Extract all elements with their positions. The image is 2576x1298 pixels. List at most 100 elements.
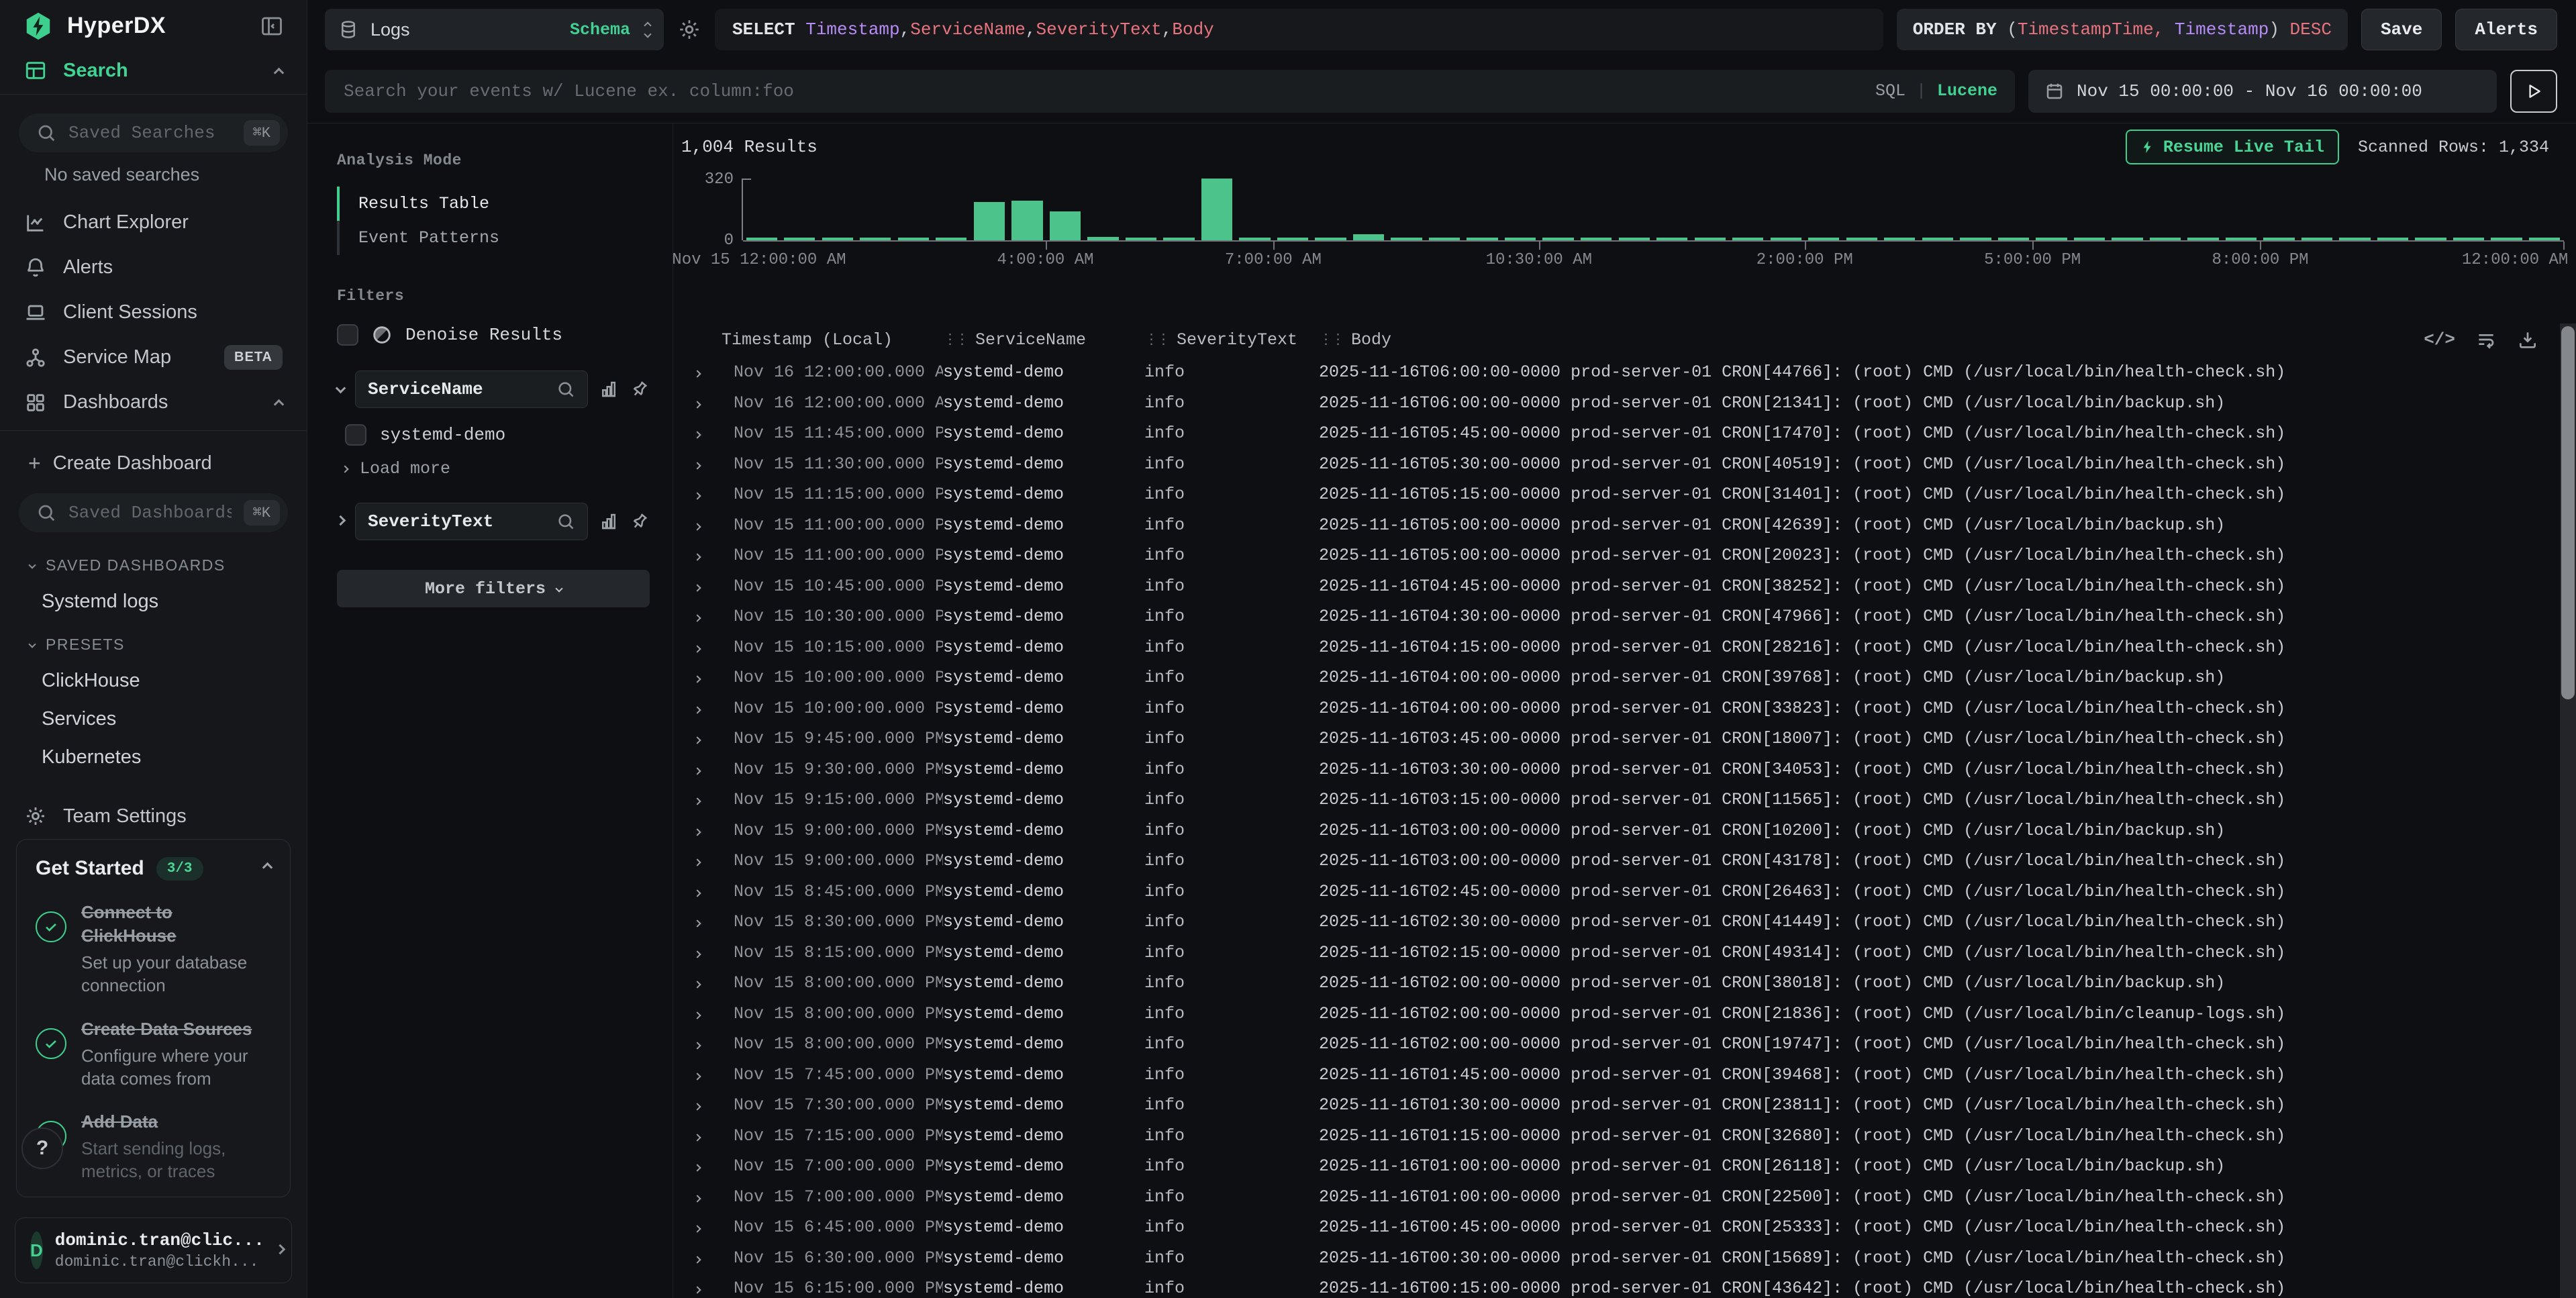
- table-row[interactable]: Nov 15 9:15:00.000 PM systemd-demo info …: [673, 785, 2576, 815]
- table-row[interactable]: Nov 16 12:00:00.000 AM systemd-demo info…: [673, 388, 2576, 419]
- chevron-down-icon[interactable]: [337, 383, 344, 395]
- saved-searches-search[interactable]: ⌘K: [19, 113, 288, 152]
- table-row[interactable]: Nov 15 8:00:00.000 PM systemd-demo info …: [673, 968, 2576, 999]
- preset-dashboard-item[interactable]: Services: [0, 700, 307, 738]
- table-row[interactable]: Nov 15 10:45:00.000 PM systemd-demo info…: [673, 571, 2576, 602]
- expand-row-icon[interactable]: [695, 1126, 722, 1146]
- expand-row-icon[interactable]: [695, 973, 722, 993]
- denoise-checkbox[interactable]: [337, 324, 358, 346]
- chevron-up-icon[interactable]: [264, 862, 271, 875]
- save-button[interactable]: Save: [2361, 9, 2442, 50]
- expand-row-icon[interactable]: [695, 1217, 722, 1237]
- expand-row-icon[interactable]: [695, 699, 722, 718]
- table-row[interactable]: Nov 15 7:30:00.000 PM systemd-demo info …: [673, 1090, 2576, 1121]
- tab-event-patterns[interactable]: Event Patterns: [337, 221, 650, 255]
- table-row[interactable]: Nov 15 8:30:00.000 PM systemd-demo info …: [673, 907, 2576, 938]
- scrollbar-thumb[interactable]: [2561, 326, 2575, 699]
- saved-dashboards-section-header[interactable]: SAVED DASHBOARDS: [0, 542, 307, 583]
- column-header-timestamp[interactable]: Timestamp (Local): [722, 330, 943, 350]
- event-search-box[interactable]: SQL | Lucene: [325, 70, 2015, 113]
- saved-dashboards-search[interactable]: ⌘K: [19, 493, 288, 532]
- pin-icon[interactable]: [630, 511, 650, 532]
- sidebar-item-chart-explorer[interactable]: Chart Explorer: [0, 200, 307, 245]
- column-header-body[interactable]: ⋮⋮ Body: [1319, 330, 2576, 350]
- table-row[interactable]: Nov 15 10:30:00.000 PM systemd-demo info…: [673, 601, 2576, 632]
- chart-facet-icon[interactable]: [599, 511, 619, 532]
- sidebar-item-team-settings[interactable]: Team Settings: [0, 794, 307, 839]
- get-started-step[interactable]: Add Data Start sending logs, metrics, or…: [36, 1110, 271, 1183]
- table-row[interactable]: Nov 15 8:15:00.000 PM systemd-demo info …: [673, 938, 2576, 968]
- table-row[interactable]: Nov 15 9:45:00.000 PM systemd-demo info …: [673, 723, 2576, 754]
- table-row[interactable]: Nov 15 11:15:00.000 PM systemd-demo info…: [673, 479, 2576, 510]
- alerts-button[interactable]: Alerts: [2455, 9, 2557, 50]
- expand-row-icon[interactable]: [695, 638, 722, 657]
- expand-row-icon[interactable]: [695, 912, 722, 932]
- expand-row-icon[interactable]: [695, 1065, 722, 1085]
- expand-row-icon[interactable]: [695, 1187, 722, 1207]
- more-filters-button[interactable]: More filters: [337, 570, 650, 607]
- sidebar-item-alerts[interactable]: Alerts: [0, 245, 307, 290]
- source-select[interactable]: Logs Schema: [325, 9, 664, 50]
- table-row[interactable]: Nov 15 11:45:00.000 PM systemd-demo info…: [673, 418, 2576, 449]
- resume-live-tail-button[interactable]: Resume Live Tail: [2126, 130, 2339, 164]
- chevron-right-icon[interactable]: [337, 515, 344, 528]
- expand-row-icon[interactable]: [695, 1034, 722, 1054]
- pin-icon[interactable]: [630, 379, 650, 399]
- expand-row-icon[interactable]: [695, 1156, 722, 1176]
- tab-results-table[interactable]: Results Table: [337, 187, 650, 221]
- expand-row-icon[interactable]: [695, 882, 722, 901]
- code-view-icon[interactable]: </>: [2424, 330, 2455, 350]
- lucene-language-toggle[interactable]: Lucene: [1937, 81, 1997, 101]
- get-started-header[interactable]: Get Started 3/3: [36, 857, 271, 881]
- sql-language-toggle[interactable]: SQL: [1875, 81, 1905, 101]
- run-query-button[interactable]: [2510, 70, 2557, 113]
- help-button[interactable]: ?: [21, 1128, 63, 1169]
- table-row[interactable]: Nov 15 7:00:00.000 PM systemd-demo info …: [673, 1182, 2576, 1213]
- presets-section-header[interactable]: PRESETS: [0, 621, 307, 662]
- table-row[interactable]: Nov 15 9:30:00.000 PM systemd-demo info …: [673, 754, 2576, 785]
- sidebar-item-search[interactable]: Search: [0, 52, 307, 89]
- facet-row-systemd-demo[interactable]: systemd-demo: [345, 424, 650, 446]
- chevron-up-icon[interactable]: [275, 60, 283, 82]
- table-row[interactable]: Nov 15 8:00:00.000 PM systemd-demo info …: [673, 1029, 2576, 1060]
- table-row[interactable]: Nov 15 9:00:00.000 PM systemd-demo info …: [673, 846, 2576, 877]
- collapse-sidebar-icon[interactable]: [260, 14, 284, 38]
- expand-row-icon[interactable]: [695, 485, 722, 504]
- drag-handle-icon[interactable]: ⋮⋮: [1144, 331, 1169, 348]
- wrap-lines-icon[interactable]: [2475, 329, 2497, 350]
- preset-dashboard-item[interactable]: ClickHouse: [0, 662, 307, 700]
- column-header-severitytext[interactable]: ⋮⋮ SeverityText: [1144, 330, 1319, 350]
- denoise-label[interactable]: Denoise Results: [405, 325, 562, 345]
- expand-row-icon[interactable]: [695, 790, 722, 809]
- event-search-input[interactable]: [342, 81, 1865, 102]
- expand-row-icon[interactable]: [695, 821, 722, 840]
- saved-searches-input[interactable]: [67, 122, 233, 144]
- expand-row-icon[interactable]: [695, 423, 722, 443]
- select-columns-input[interactable]: SELECT Timestamp,ServiceName,SeverityTex…: [715, 9, 1883, 50]
- table-row[interactable]: Nov 15 11:00:00.000 PM systemd-demo info…: [673, 510, 2576, 541]
- table-row[interactable]: Nov 15 10:00:00.000 PM systemd-demo info…: [673, 662, 2576, 693]
- expand-row-icon[interactable]: [695, 515, 722, 535]
- scrollbar-track[interactable]: [2560, 323, 2576, 1298]
- expand-row-icon[interactable]: [695, 1248, 722, 1268]
- table-row[interactable]: Nov 16 12:00:00.000 AM systemd-demo info…: [673, 357, 2576, 388]
- column-header-servicename[interactable]: ⋮⋮ ServiceName: [943, 330, 1144, 350]
- load-more-button[interactable]: Load more: [342, 459, 650, 479]
- expand-row-icon[interactable]: [695, 454, 722, 474]
- expand-row-icon[interactable]: [695, 577, 722, 596]
- source-settings-gear-icon[interactable]: [677, 17, 701, 42]
- expand-row-icon[interactable]: [695, 668, 722, 687]
- saved-dashboard-item[interactable]: Systemd logs: [0, 583, 307, 621]
- date-range-picker[interactable]: Nov 15 00:00:00 - Nov 16 00:00:00: [2028, 70, 2497, 113]
- chart-facet-icon[interactable]: [599, 379, 619, 399]
- table-row[interactable]: Nov 15 9:00:00.000 PM systemd-demo info …: [673, 815, 2576, 846]
- table-row[interactable]: Nov 15 6:15:00.000 PM systemd-demo info …: [673, 1273, 2576, 1298]
- drag-handle-icon[interactable]: ⋮⋮: [1319, 331, 1343, 348]
- table-row[interactable]: Nov 15 6:45:00.000 PM systemd-demo info …: [673, 1212, 2576, 1243]
- facet-checkbox[interactable]: [345, 424, 366, 446]
- expand-row-icon[interactable]: [695, 1279, 722, 1298]
- expand-row-icon[interactable]: [695, 607, 722, 626]
- table-row[interactable]: Nov 15 7:00:00.000 PM systemd-demo info …: [673, 1151, 2576, 1182]
- table-row[interactable]: Nov 15 11:30:00.000 PM systemd-demo info…: [673, 449, 2576, 480]
- preset-dashboard-item[interactable]: Kubernetes: [0, 738, 307, 777]
